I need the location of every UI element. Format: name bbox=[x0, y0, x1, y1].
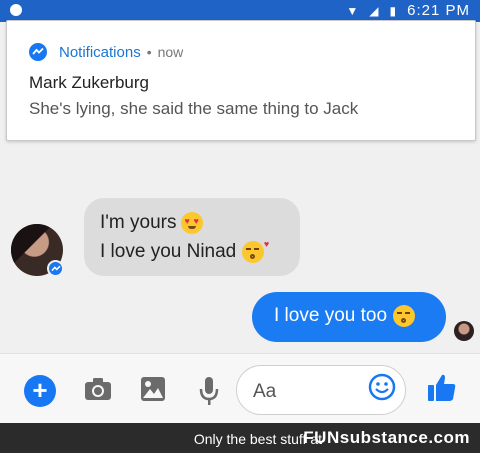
incoming-message-bubble[interactable]: I'm yours ♥ ♥ I love you Ninad ♥ bbox=[84, 198, 300, 276]
smiley-icon[interactable] bbox=[368, 373, 396, 406]
outgoing-message-bubble[interactable]: I love you too bbox=[252, 292, 446, 342]
incoming-line-1: I'm yours ♥ ♥ bbox=[100, 212, 204, 234]
status-bar: ▼ ◢ ▮ 6:21 PM bbox=[0, 0, 480, 22]
outgoing-text: I love you too bbox=[274, 305, 388, 326]
notification-app-name: Notifications bbox=[59, 43, 141, 61]
incoming-text-1: I'm yours bbox=[100, 212, 177, 233]
incoming-line-2: I love you Ninad ♥ bbox=[100, 239, 269, 263]
wifi-icon: ▼ bbox=[346, 3, 360, 18]
notification-separator: • bbox=[146, 44, 152, 60]
image-icon[interactable] bbox=[140, 376, 166, 407]
read-receipt-avatar bbox=[454, 321, 474, 341]
microphone-icon[interactable] bbox=[199, 376, 219, 411]
camera-icon[interactable] bbox=[84, 376, 112, 407]
status-time: 6:21 PM bbox=[407, 2, 470, 19]
messenger-icon bbox=[29, 43, 47, 61]
kissing-emoji bbox=[393, 305, 416, 327]
notification-card[interactable]: Notifications • now Mark Zukerburg She's… bbox=[6, 20, 476, 141]
thumbs-up-icon[interactable] bbox=[426, 372, 458, 409]
heart-eyes-emoji: ♥ ♥ bbox=[181, 212, 204, 234]
battery-icon: ▮ bbox=[389, 3, 398, 18]
screen: ▼ ◢ ▮ 6:21 PM Notifications • now Mark Z… bbox=[0, 0, 480, 453]
add-icon: + bbox=[32, 375, 48, 405]
notification-title: Mark Zukerburg bbox=[29, 73, 149, 92]
status-icons: ▼ ◢ ▮ 6:21 PM bbox=[346, 2, 470, 19]
outgoing-line: I love you too bbox=[274, 305, 416, 327]
signal-icon: ◢ bbox=[369, 3, 380, 18]
notification-time: now bbox=[157, 44, 184, 60]
add-button[interactable]: + bbox=[24, 375, 56, 407]
notification-header: Notifications • now bbox=[29, 43, 183, 61]
composer-bar: + Aa bbox=[0, 353, 480, 423]
messenger-badge-icon bbox=[47, 260, 64, 277]
incoming-text-2: I love you Ninad bbox=[100, 241, 237, 262]
notification-body: She's lying, she said the same thing to … bbox=[29, 99, 359, 118]
message-input-placeholder: Aa bbox=[253, 381, 277, 402]
status-notification-dot bbox=[10, 4, 22, 16]
watermark-footer: Only the best stuff at FUNsubstance.com bbox=[0, 423, 480, 453]
kiss-heart-emoji: ♥ bbox=[242, 239, 269, 263]
footer-brand: FUNsubstance.com bbox=[303, 428, 470, 447]
